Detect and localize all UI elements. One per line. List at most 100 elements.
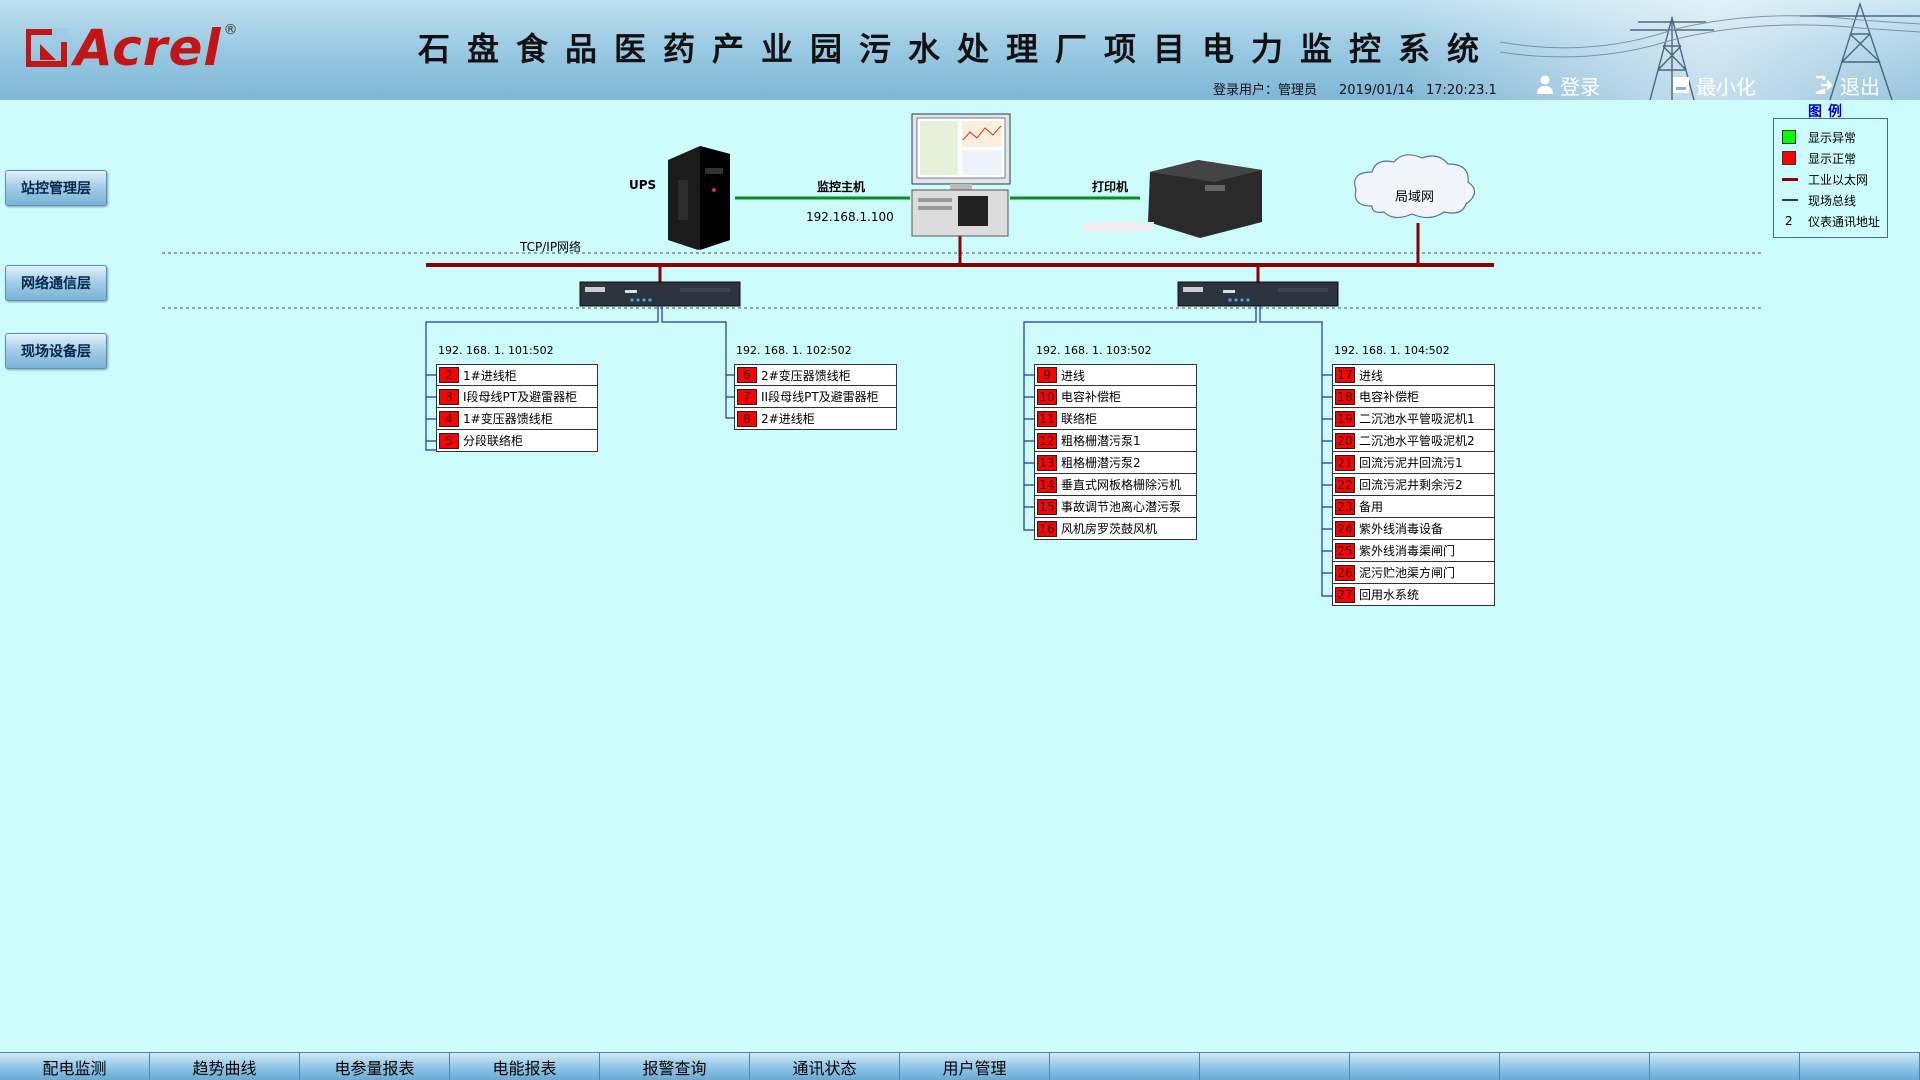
device-name: 垂直式网板格栅除污机: [1061, 478, 1182, 492]
nav-tab-parameter-report[interactable]: 电参量报表: [300, 1052, 450, 1080]
device-name: 进线: [1061, 368, 1086, 383]
legend-label: 现场总线: [1808, 193, 1857, 208]
station-layer-button[interactable]: 站控管理层: [5, 170, 107, 206]
device-row[interactable]: 7 II段母线PT及避雷器柜: [734, 386, 897, 408]
nav-tab-power-monitoring[interactable]: 配电监测: [0, 1052, 150, 1080]
nav-tab-empty[interactable]: [1500, 1052, 1650, 1080]
device-name: 泥污贮池渠方闸门: [1359, 566, 1456, 580]
logo-text: Acrel: [74, 19, 222, 77]
login-button-label: 登录: [1560, 74, 1600, 99]
device-name: 回流污泥井剩余污2: [1359, 478, 1463, 492]
device-row[interactable]: 11 联络柜: [1034, 408, 1197, 430]
device-status-badge: 13: [1037, 454, 1057, 471]
nav-tab-user-management[interactable]: 用户管理: [900, 1052, 1050, 1080]
device-row[interactable]: 22 回流污泥井剩余污2: [1332, 474, 1495, 496]
device-status-badge: 20: [1335, 432, 1355, 449]
acrel-logo: Acrel ®: [26, 20, 238, 76]
device-status-badge: 14: [1037, 476, 1057, 493]
device-group-3: 192. 168. 1. 103:502 9 进线 10 电容补偿柜 11 联络柜 1…: [1034, 344, 1197, 540]
device-status-badge: 22: [1335, 476, 1355, 493]
host-label: 监控主机: [817, 180, 866, 194]
device-status-badge: 4: [439, 410, 459, 427]
device-row[interactable]: 26 泥污贮池渠方闸门: [1332, 562, 1495, 584]
network-topology: [162, 113, 1762, 597]
nav-tab-empty[interactable]: [1650, 1052, 1800, 1080]
device-row[interactable]: 6 2#变压器馈线柜: [734, 364, 897, 386]
nav-tab-energy-report[interactable]: 电能报表: [450, 1052, 600, 1080]
exit-button[interactable]: 退出: [1814, 73, 1880, 99]
device-row[interactable]: 25 紫外线消毒渠闸门: [1332, 540, 1495, 562]
device-row[interactable]: 27 回用水系统: [1332, 584, 1495, 606]
device-name: 回流污泥井回流污1: [1359, 456, 1463, 470]
nav-tab-empty[interactable]: [1200, 1052, 1350, 1080]
nav-tab-alarm-query[interactable]: 报警查询: [600, 1052, 750, 1080]
device-row[interactable]: 20 二沉池水平管吸泥机2: [1332, 430, 1495, 452]
minimize-button-label: 最小化: [1696, 74, 1756, 99]
device-row[interactable]: 10 电容补偿柜: [1034, 386, 1197, 408]
device-name: 电容补偿柜: [1359, 390, 1420, 404]
device-status-badge: 23: [1335, 498, 1355, 515]
device-row[interactable]: 21 回流污泥井回流污1: [1332, 452, 1495, 474]
device-status-badge: 21: [1335, 454, 1355, 471]
device-name: 2#变压器馈线柜: [761, 368, 851, 383]
device-name: 紫外线消毒渠闸门: [1359, 544, 1456, 558]
device-row[interactable]: 4 1#变压器馈线柜: [436, 408, 598, 430]
device-row[interactable]: 15 事故调节池离心潜污泵: [1034, 496, 1197, 518]
device-status-badge: 12: [1037, 432, 1057, 449]
device-name: I段母线PT及避雷器柜: [463, 390, 578, 404]
device-row[interactable]: 24 紫外线消毒设备: [1332, 518, 1495, 540]
device-name: 风机房罗茨鼓风机: [1061, 522, 1158, 536]
device-row[interactable]: 18 电容补偿柜: [1332, 386, 1495, 408]
device-name: 1#进线柜: [463, 368, 517, 383]
legend-panel: 显示异常 显示正常 工业以太网 现场总线 2 仪表通讯地址: [1773, 118, 1888, 238]
device-row[interactable]: 5 分段联络柜: [436, 430, 598, 452]
device-row[interactable]: 3 I段母线PT及避雷器柜: [436, 386, 598, 408]
device-name: 二沉池水平管吸泥机1: [1359, 412, 1475, 426]
ups-icon: [668, 146, 730, 250]
device-row[interactable]: 19 二沉池水平管吸泥机1: [1332, 408, 1495, 430]
login-button[interactable]: 登录: [1536, 73, 1600, 99]
network-layer-button[interactable]: 网络通信层: [5, 265, 107, 301]
nav-tab-trend-curve[interactable]: 趋势曲线: [150, 1052, 300, 1080]
legend-item-normal: 显示正常: [1782, 150, 1856, 166]
legend-item-address: 2 仪表通讯地址: [1782, 213, 1880, 229]
login-user: 管理员: [1278, 83, 1318, 98]
ethernet-line-icon: [1782, 177, 1798, 181]
printer-icon: [1080, 160, 1262, 238]
device-status-badge: 3: [439, 388, 459, 405]
nav-tab-empty[interactable]: [1050, 1052, 1200, 1080]
device-row[interactable]: 16 风机房罗茨鼓风机: [1034, 518, 1197, 540]
device-status-badge: 7: [737, 388, 757, 405]
minimize-button[interactable]: 最小化: [1672, 73, 1756, 99]
device-list: 17 进线 18 电容补偿柜 19 二沉池水平管吸泥机1 20 二沉池水平管吸泥机2 2…: [1332, 364, 1495, 606]
device-name: II段母线PT及避雷器柜: [761, 390, 879, 404]
device-row[interactable]: 9 进线: [1034, 364, 1197, 386]
device-row[interactable]: 2 1#进线柜: [436, 364, 598, 386]
device-status-badge: 2: [439, 367, 459, 383]
device-row[interactable]: 14 垂直式网板格栅除污机: [1034, 474, 1197, 496]
login-user-label: 登录用户：: [1213, 83, 1279, 98]
device-row[interactable]: 12 粗格栅潜污泵1: [1034, 430, 1197, 452]
field-layer-button[interactable]: 现场设备层: [5, 333, 107, 369]
device-name: 2#进线柜: [761, 412, 815, 426]
group-ip: 192. 168. 1. 101:502: [438, 344, 554, 357]
device-row[interactable]: 13 粗格栅潜污泵2: [1034, 452, 1197, 474]
time-display: 17:20:23.1: [1425, 83, 1497, 98]
address-number-mark: 2: [1785, 214, 1793, 228]
legend-item-fieldbus: 现场总线: [1782, 192, 1856, 208]
exit-button-label: 退出: [1840, 74, 1880, 99]
acrel-logo-icon: [26, 28, 68, 67]
nav-tab-empty[interactable]: [1350, 1052, 1500, 1080]
device-row[interactable]: 23 备用: [1332, 496, 1495, 518]
device-group-4: 192. 168. 1. 104:502 17 进线 18 电容补偿柜 19 二沉池水…: [1332, 344, 1495, 606]
device-list: 9 进线 10 电容补偿柜 11 联络柜 12 粗格栅潜污泵1 13 粗格栅潜污泵2 14…: [1034, 364, 1197, 540]
nav-tab-empty[interactable]: [1800, 1052, 1920, 1080]
nav-tab-comm-status[interactable]: 通讯状态: [750, 1052, 900, 1080]
fieldbus-line-icon: [1782, 199, 1798, 201]
legend-label: 显示异常: [1808, 130, 1857, 145]
device-name: 进线: [1359, 368, 1384, 383]
device-name: 电容补偿柜: [1061, 390, 1122, 404]
device-row[interactable]: 17 进线: [1332, 364, 1495, 386]
device-row[interactable]: 8 2#进线柜: [734, 408, 897, 430]
device-status-badge: 27: [1335, 586, 1355, 603]
